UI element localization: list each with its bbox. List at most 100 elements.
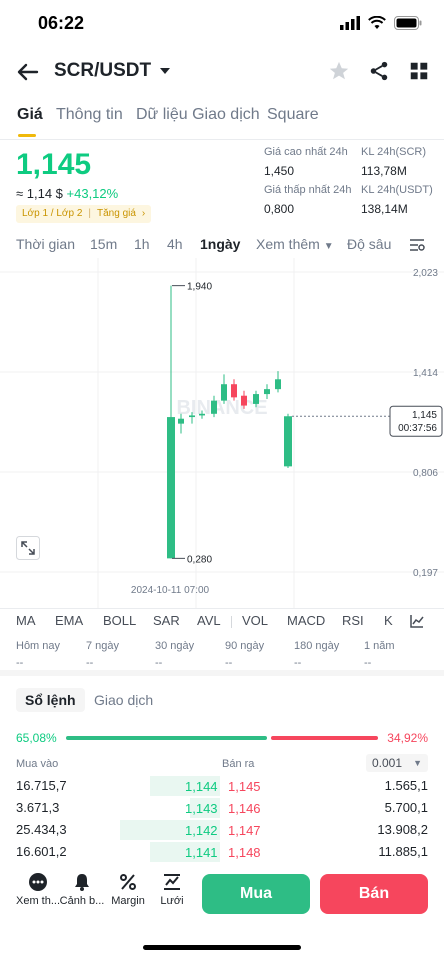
table-row[interactable]: 25.434,3 1,142 1,147 13.908,2 — [0, 820, 444, 842]
countdown-label: 00:37:56 — [398, 423, 437, 434]
tab-info[interactable]: Thông tin — [56, 106, 123, 124]
chart-svg: BINANCE 2,0231,4140,8060,197 1,9400,2801… — [0, 258, 444, 608]
star-icon[interactable] — [328, 60, 350, 82]
candle-body — [253, 394, 259, 404]
candle-body — [284, 416, 292, 467]
low-value: 0,800 — [264, 202, 295, 216]
candle-body — [189, 415, 195, 418]
caret-down-icon: ▼ — [413, 758, 422, 768]
tab-trades[interactable]: Giao dịch — [85, 688, 162, 712]
chart-settings-icon[interactable] — [409, 238, 425, 252]
ask-price: 1,145 — [228, 779, 261, 794]
buy-ratio-text: 65,08% — [16, 731, 57, 745]
interval-time[interactable]: Thời gian — [16, 236, 75, 252]
pair-selector[interactable]: SCR/USDT — [54, 60, 171, 82]
orderbook-tabs: Sổ lệnh Giao dịch — [0, 684, 444, 716]
period-value: -- — [16, 657, 24, 669]
caret-down-icon — [160, 68, 171, 74]
candle-body — [178, 418, 184, 424]
active-tab-indicator — [18, 134, 36, 137]
tab-square[interactable]: Square — [267, 106, 319, 124]
sell-button[interactable]: Bán — [320, 874, 428, 914]
buy-button[interactable]: Mua — [202, 874, 310, 914]
caret-down-icon: ▼ — [323, 241, 334, 252]
expand-icon[interactable] — [16, 536, 40, 560]
period-value: -- — [364, 657, 372, 669]
status-bar: 06:22 — [0, 0, 444, 46]
tab-trading-data[interactable]: Dữ liệu Giao dịch — [136, 106, 260, 124]
tab-orderbook[interactable]: Sổ lệnh — [16, 688, 85, 712]
indicator-k[interactable]: K — [384, 613, 393, 628]
header-actions — [328, 60, 430, 82]
precision-select[interactable]: 0.001 ▼ — [366, 754, 428, 772]
candle-body — [167, 417, 175, 559]
ask-qty: 1.565,1 — [384, 778, 428, 793]
alert-button[interactable]: Cảnh b... — [56, 872, 108, 907]
indicator-ema[interactable]: EMA — [55, 613, 83, 628]
indicator-sar[interactable]: SAR — [153, 613, 180, 628]
bid-price: 1,141 — [185, 845, 218, 860]
table-row[interactable]: 16.601,2 1,141 1,148 11.885,1 — [0, 842, 444, 864]
interval-1day[interactable]: 1ngày — [200, 236, 240, 252]
indicator-vol[interactable]: VOL — [242, 613, 268, 628]
back-arrow-icon[interactable] — [16, 60, 40, 84]
grid-label: Lưới — [160, 895, 184, 907]
candle-body — [221, 384, 227, 401]
ask-price: 1,148 — [228, 845, 261, 860]
interval-15m[interactable]: 15m — [90, 236, 117, 252]
table-row[interactable]: 16.715,7 1,144 1,145 1.565,1 — [0, 776, 444, 798]
indicator-boll[interactable]: BOLL — [103, 613, 136, 628]
period-value: -- — [86, 657, 94, 669]
interval-1h[interactable]: 1h — [134, 236, 150, 252]
home-indicator[interactable] — [143, 945, 301, 950]
candlestick-chart[interactable]: BINANCE 2,023 1,414 0,806 0,197 1,940 0,280 1… — [0, 258, 444, 608]
buy-sell-ratio: 65,08% 34,92% — [0, 728, 444, 748]
last-price: 1,145 — [16, 148, 92, 181]
interval-more[interactable]: Xem thêm ▼ — [256, 236, 334, 252]
period-returns: Hôm nay -- 7 ngày -- 30 ngày -- 90 ngày … — [0, 640, 444, 676]
interval-depth[interactable]: Độ sâu — [347, 236, 391, 252]
vol-scr-label: KL 24h(SCR) — [361, 146, 427, 158]
alert-label: Cảnh b... — [59, 895, 105, 907]
candle-body — [241, 395, 247, 406]
indicator-bar: MA EMA BOLL SAR AVL VOL MACD RSI K — [0, 608, 444, 632]
interval-4h[interactable]: 4h — [167, 236, 183, 252]
price-sub: ≈ 1,14 $ +43,12% — [16, 186, 118, 201]
vol-scr-value: 113,78M — [361, 164, 407, 178]
candle-body — [199, 413, 205, 416]
share-icon[interactable] — [368, 60, 390, 82]
grid-button[interactable]: Lưới — [146, 872, 198, 907]
bid-price: 1,142 — [185, 823, 218, 838]
candle-body — [275, 379, 281, 390]
y-tick-label: 0,806 — [413, 468, 438, 479]
grid-trading-icon — [164, 874, 180, 890]
status-icons — [340, 16, 422, 30]
last-price-label: 1,145 — [412, 410, 437, 421]
percent-icon — [120, 874, 136, 890]
buy-ratio-bar — [66, 736, 267, 740]
wifi-icon — [368, 16, 386, 29]
bid-qty: 3.671,3 — [16, 800, 60, 815]
category-tags[interactable]: Lớp 1 / Lớp 2 | Tăng giá › — [16, 205, 152, 223]
tag-layer: Lớp 1 / Lớp 2 — [22, 208, 83, 219]
candle-body — [211, 400, 217, 414]
indicator-ma[interactable]: MA — [16, 613, 36, 628]
divider — [231, 616, 232, 628]
table-row[interactable]: 3.671,3 1,143 1,146 5.700,1 — [0, 798, 444, 820]
period-label: Hôm nay — [16, 640, 61, 652]
indicator-avl[interactable]: AVL — [197, 613, 221, 628]
indicator-rsi[interactable]: RSI — [342, 613, 364, 628]
indicator-settings-icon[interactable] — [409, 613, 425, 629]
signal-icon — [340, 16, 360, 30]
sell-ratio-text: 34,92% — [387, 731, 428, 745]
tab-price[interactable]: Giá — [17, 106, 43, 124]
grid-menu-icon[interactable] — [408, 60, 430, 82]
orderbook-header: Mua vào Bán ra 0.001 ▼ — [0, 754, 444, 774]
high-marker-label: 1,940 — [187, 282, 212, 293]
bid-qty: 25.434,3 — [16, 822, 67, 837]
indicator-macd[interactable]: MACD — [287, 613, 325, 628]
bid-price: 1,143 — [185, 801, 218, 816]
sell-ratio-bar — [271, 736, 378, 740]
high-value: 1,450 — [264, 164, 295, 178]
period-value: -- — [225, 657, 233, 669]
